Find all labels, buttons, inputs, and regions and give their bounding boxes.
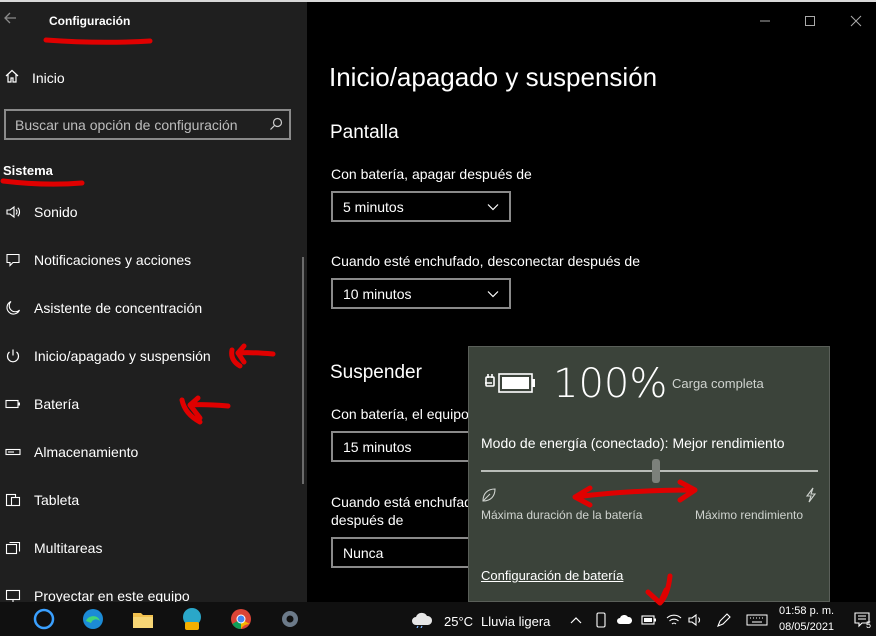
maximize-icon[interactable] bbox=[800, 12, 820, 32]
clock-date[interactable]: 08/05/2021 bbox=[779, 621, 834, 633]
sidebar-item-label: Multitareas bbox=[34, 540, 103, 556]
chrome-icon[interactable] bbox=[229, 607, 253, 631]
dropdown-value: Nunca bbox=[343, 544, 384, 561]
app-title: Configuración bbox=[49, 14, 131, 28]
dropdown-value: 10 minutos bbox=[343, 285, 412, 302]
screen-battery-dropdown[interactable]: 5 minutos bbox=[331, 191, 511, 222]
weather-cloud-icon[interactable] bbox=[410, 607, 434, 631]
battery-settings-link[interactable]: Configuración de batería bbox=[481, 568, 623, 583]
max-performance-label: Máximo rendimiento bbox=[695, 508, 804, 522]
sidebar-item-sound[interactable]: Sonido bbox=[4, 200, 78, 224]
notification-icon bbox=[4, 251, 22, 269]
sleep-plugged-label-line2: después de bbox=[331, 512, 404, 528]
chevron-down-icon bbox=[487, 285, 499, 303]
storage-icon bbox=[4, 443, 22, 461]
section-heading-screen: Pantalla bbox=[330, 122, 399, 143]
close-icon[interactable] bbox=[846, 12, 866, 32]
screen-plugged-label: Cuando esté enchufado, desconectar despu… bbox=[331, 253, 641, 269]
settings-sidebar: Configuración Inicio Sistema Sonido Noti… bbox=[0, 2, 307, 604]
sidebar-item-power-sleep[interactable]: Inicio/apagado y suspensión bbox=[4, 344, 211, 368]
sleep-battery-label: Con batería, el equipo bbox=[331, 406, 469, 422]
onedrive-icon[interactable] bbox=[617, 612, 633, 628]
lightning-icon bbox=[804, 487, 818, 508]
sidebar-item-label: Notificaciones y acciones bbox=[34, 252, 192, 268]
dropdown-value: 5 minutos bbox=[343, 198, 404, 215]
clock-time[interactable]: 01:58 p. m. bbox=[779, 605, 834, 617]
sidebar-item-home[interactable]: Inicio bbox=[4, 66, 65, 90]
pen-icon[interactable] bbox=[716, 612, 732, 628]
sidebar-item-label: Almacenamiento bbox=[34, 444, 139, 460]
sidebar-item-label: Tableta bbox=[34, 492, 80, 508]
sidebar-item-tablet[interactable]: Tableta bbox=[4, 488, 79, 512]
keyboard-icon[interactable] bbox=[746, 612, 768, 628]
sidebar-item-label: Sonido bbox=[34, 204, 78, 220]
notification-count-badge: 5 bbox=[866, 620, 872, 630]
plugged-battery-icon bbox=[483, 369, 539, 402]
search-icon[interactable] bbox=[269, 117, 283, 131]
sidebar-item-multitasking[interactable]: Multitareas bbox=[4, 536, 102, 560]
taskbar: 25°C Lluvia ligera 01:58 p. m. 08/05/202… bbox=[0, 602, 876, 636]
battery-tray-icon[interactable] bbox=[641, 612, 657, 628]
chevron-down-icon bbox=[487, 198, 499, 216]
search-input[interactable] bbox=[6, 111, 256, 138]
leaf-icon bbox=[481, 487, 497, 508]
power-mode-label: Modo de energía (conectado): Mejor rendi… bbox=[481, 435, 785, 451]
sidebar-item-battery[interactable]: Batería bbox=[4, 392, 79, 416]
edge-icon[interactable] bbox=[81, 607, 105, 631]
battery-status: Carga completa bbox=[672, 376, 764, 391]
home-icon bbox=[4, 68, 20, 89]
section-heading-sleep: Suspender bbox=[330, 362, 422, 383]
sidebar-item-focus-assist[interactable]: Asistente de concentración bbox=[4, 296, 202, 320]
power-mode-slider[interactable] bbox=[481, 470, 818, 472]
chevron-up-icon[interactable] bbox=[568, 612, 584, 628]
screen-battery-label: Con batería, apagar después de bbox=[331, 166, 532, 182]
phone-icon[interactable] bbox=[593, 612, 609, 628]
sidebar-scrollbar[interactable] bbox=[302, 257, 304, 484]
cortana-icon[interactable] bbox=[32, 607, 56, 631]
sidebar-item-label: Inicio bbox=[32, 70, 65, 86]
sleep-plugged-label-line1: Cuando está enchufad bbox=[331, 494, 472, 510]
wifi-icon[interactable] bbox=[666, 612, 682, 628]
max-battery-label: Máxima duración de la batería bbox=[481, 508, 643, 522]
battery-flyout: 100% Carga completa Modo de energía (con… bbox=[468, 346, 830, 602]
minimize-icon[interactable] bbox=[755, 12, 775, 32]
multitask-icon bbox=[4, 539, 22, 557]
section-label-system: Sistema bbox=[3, 163, 53, 178]
power-icon bbox=[4, 347, 22, 365]
sidebar-item-label: Asistente de concentración bbox=[34, 300, 203, 316]
speaker-icon bbox=[4, 203, 22, 221]
weather-description[interactable]: Lluvia ligera bbox=[481, 614, 550, 629]
screen-plugged-dropdown[interactable]: 10 minutos bbox=[331, 278, 511, 309]
back-arrow-icon[interactable] bbox=[2, 10, 22, 30]
sidebar-item-label: Batería bbox=[34, 396, 80, 412]
tablet-icon bbox=[4, 491, 22, 509]
sidebar-item-storage[interactable]: Almacenamiento bbox=[4, 440, 138, 464]
page-title: Inicio/apagado y suspensión bbox=[329, 62, 658, 92]
sidebar-item-label: Inicio/apagado y suspensión bbox=[34, 348, 211, 364]
edge-canary-icon[interactable] bbox=[180, 607, 204, 631]
volume-icon[interactable] bbox=[688, 612, 704, 628]
settings-gear-icon[interactable] bbox=[278, 607, 302, 631]
dropdown-value: 15 minutos bbox=[343, 438, 412, 455]
power-mode-slider-thumb[interactable] bbox=[652, 459, 661, 483]
weather-temperature[interactable]: 25°C bbox=[444, 614, 473, 629]
battery-percent: 100% bbox=[553, 361, 668, 407]
file-explorer-icon[interactable] bbox=[131, 607, 155, 631]
moon-icon bbox=[4, 299, 22, 317]
search-box[interactable] bbox=[4, 109, 291, 140]
battery-icon bbox=[4, 395, 22, 413]
sidebar-item-notifications[interactable]: Notificaciones y acciones bbox=[4, 248, 191, 272]
